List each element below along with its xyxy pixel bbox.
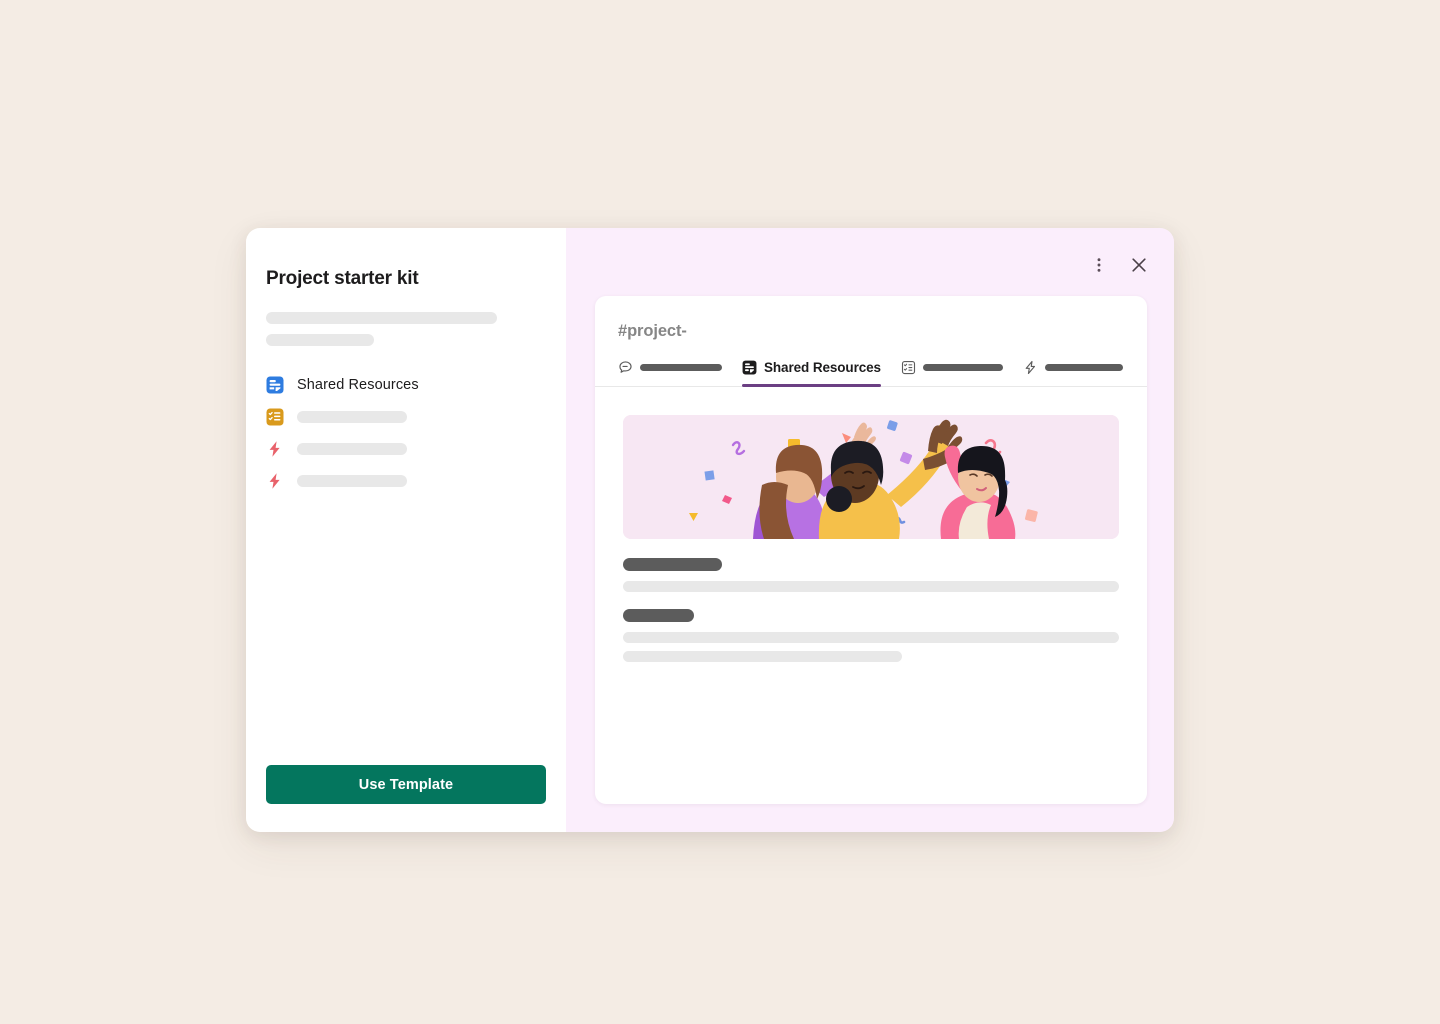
template-contents-list: Shared Resources [266, 369, 546, 497]
list-item-placeholder [297, 411, 407, 423]
canvas-icon [266, 376, 284, 394]
list-item-label: Shared Resources [297, 377, 419, 393]
use-template-button[interactable]: Use Template [266, 765, 546, 804]
description-line-2 [266, 334, 374, 346]
tab-workflow[interactable] [1023, 356, 1123, 386]
content-line-placeholder [623, 581, 1119, 592]
list-icon [901, 360, 916, 375]
close-icon [1132, 258, 1146, 272]
checklist-icon [266, 408, 284, 426]
channel-preview-card: #project- Shared Resources [595, 296, 1147, 804]
channel-tabs: Shared Resources [595, 357, 1147, 387]
more-options-button[interactable] [1086, 252, 1112, 278]
tab-list[interactable] [901, 356, 1003, 386]
list-item[interactable] [266, 401, 546, 433]
workflow-bolt-icon [266, 440, 284, 458]
close-button[interactable] [1126, 252, 1152, 278]
content-block-1 [623, 558, 1119, 592]
description-line-1 [266, 312, 497, 324]
workflow-bolt-icon [266, 472, 284, 490]
list-item-placeholder [297, 443, 407, 455]
window-controls [1086, 252, 1152, 278]
list-item[interactable] [266, 465, 546, 497]
description-placeholder-group [266, 312, 546, 346]
content-line-placeholder [623, 632, 1119, 643]
tab-label: Shared Resources [764, 360, 881, 375]
template-preview-panel: #project- Shared Resources [566, 228, 1174, 832]
more-options-icon [1097, 258, 1101, 272]
messages-icon [618, 360, 633, 375]
list-item[interactable] [266, 433, 546, 465]
tab-label-placeholder [922, 364, 1003, 371]
channel-name: #project- [618, 322, 687, 340]
template-details-panel: Project starter kit Shared Resources Use… [246, 228, 566, 832]
canvas-icon [742, 360, 757, 375]
content-heading-placeholder [623, 558, 722, 571]
tab-shared-resources[interactable]: Shared Resources [742, 356, 881, 387]
content-line-placeholder [623, 651, 902, 662]
list-item-placeholder [297, 475, 407, 487]
list-item[interactable]: Shared Resources [266, 369, 546, 401]
tab-messages[interactable] [618, 356, 722, 386]
celebration-high-five-illustration [623, 415, 1119, 539]
page-title: Project starter kit [266, 268, 419, 289]
content-heading-placeholder [623, 609, 694, 622]
tab-label-placeholder [1044, 364, 1123, 371]
workflow-bolt-icon [1023, 360, 1038, 375]
content-block-2 [623, 609, 1119, 662]
tab-label-placeholder [640, 364, 722, 371]
template-preview-modal: Project starter kit Shared Resources Use… [246, 228, 1174, 832]
